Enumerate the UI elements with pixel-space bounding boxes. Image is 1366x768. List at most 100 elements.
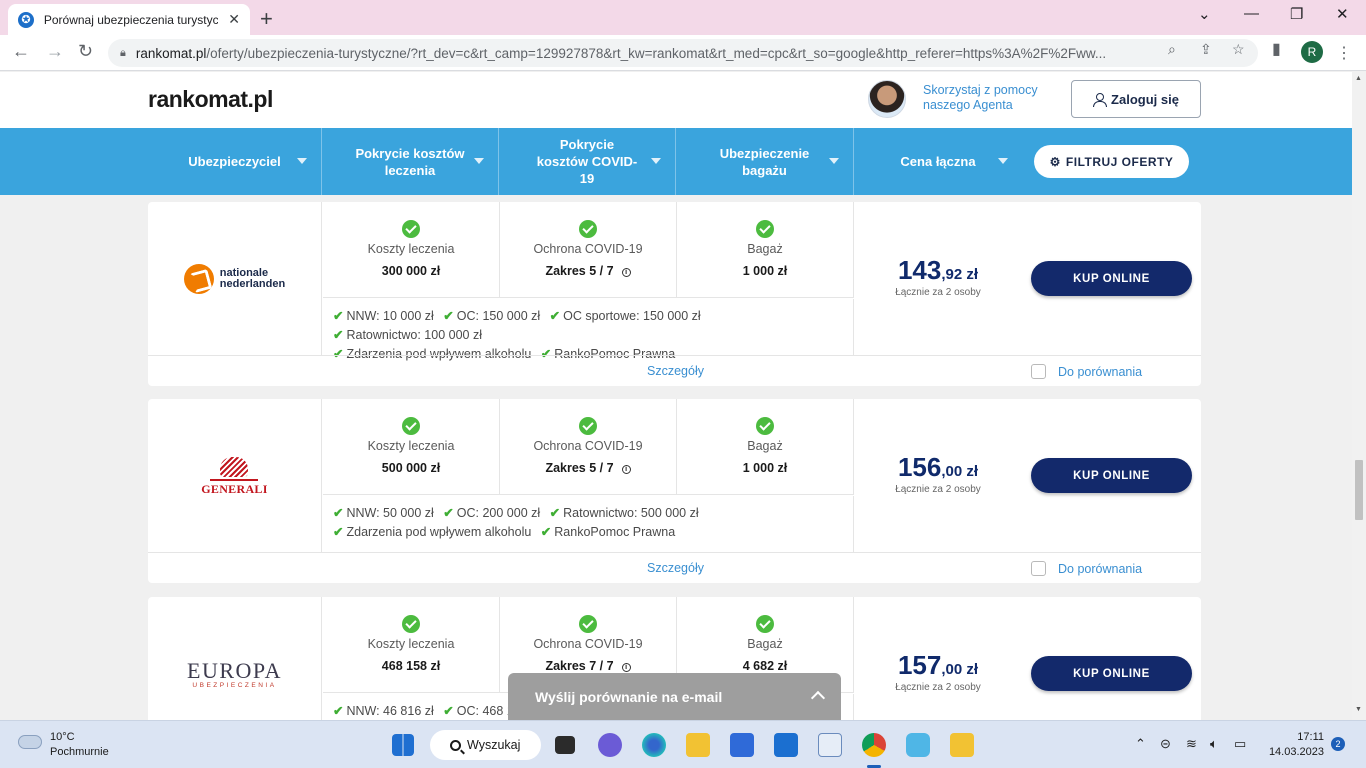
site-logo[interactable]: rankomat.pl xyxy=(148,86,273,113)
check-icon xyxy=(579,220,597,238)
scroll-up-icon[interactable]: ▲ xyxy=(1355,75,1362,82)
new-tab-icon[interactable]: + xyxy=(260,6,273,32)
filter-insurer-label: Ubezpieczyciel xyxy=(188,154,281,169)
wifi-icon[interactable]: ≋ xyxy=(1186,736,1197,752)
share-icon[interactable]: ⇪ xyxy=(1200,41,1212,58)
offer-price: 157,00 zł xyxy=(897,650,979,680)
store-icon[interactable] xyxy=(730,733,754,757)
details-link[interactable]: Szczegóły xyxy=(647,364,704,378)
tick-icon: ✔ xyxy=(333,704,344,718)
nationale-nederlanden-logo: nationale nederlanden xyxy=(183,263,285,294)
gear-icon: ⚙ xyxy=(1049,154,1061,169)
generali-logo: GENERALI xyxy=(201,455,267,497)
filter-bar: Ubezpieczyciel Pokrycie kosztów leczenia… xyxy=(0,128,1352,195)
price-box: 157,00 zł Łącznie za 2 osoby xyxy=(854,597,1022,720)
filter-offers-button[interactable]: ⚙ FILTRUJ OFERTY xyxy=(1034,145,1189,178)
windows-start-icon[interactable] xyxy=(392,734,414,756)
volume-icon[interactable]: 🔈︎ xyxy=(1210,736,1218,752)
coverage-value: Zakres 5 / 7 xyxy=(545,461,614,475)
lock-icon[interactable]: 🔒︎ xyxy=(120,47,126,60)
taskbar-search[interactable]: Wyszukaj xyxy=(430,730,541,760)
insurer-logo-cell: nationale nederlanden xyxy=(148,202,322,355)
notification-badge[interactable]: 2 xyxy=(1331,737,1345,751)
coverage-value: 468 158 zł xyxy=(381,659,441,673)
profile-avatar[interactable]: R xyxy=(1301,41,1323,63)
sidebar-icon[interactable]: ▮ xyxy=(1272,39,1281,59)
agent-avatar[interactable] xyxy=(868,80,906,118)
edge-icon[interactable] xyxy=(642,733,666,757)
maximize-icon[interactable]: ❐ xyxy=(1290,5,1303,23)
taskbar: 10°C Pochmurnie Wyszukaj ⌃ ⊝ ≋ 🔈︎ ▭ 17:1… xyxy=(0,720,1366,768)
scrollbar-thumb[interactable] xyxy=(1355,460,1363,520)
info-icon[interactable]: i xyxy=(621,663,631,672)
browser-tab[interactable]: ✪ Porównaj ubezpieczenia turystyczne ✕ xyxy=(8,4,250,35)
filter-insurer[interactable]: Ubezpieczyciel xyxy=(148,128,322,195)
compare-checkbox[interactable] xyxy=(1031,364,1046,379)
close-window-icon[interactable]: ✕ xyxy=(1336,5,1349,23)
coverage-luggage: Bagaż 1 000 zł xyxy=(677,202,854,298)
extra-item: ✔ Ratownictwo: 500 000 zł xyxy=(549,506,699,520)
extra-item: ✔ Ratownictwo: 100 000 zł xyxy=(333,328,482,342)
filter-medical[interactable]: Pokrycie kosztów leczenia xyxy=(322,128,499,195)
email-comparison-panel[interactable]: Wyślij porównanie na e-mail xyxy=(508,673,841,720)
filter-price[interactable]: Cena łączna xyxy=(854,128,1022,195)
extra-item: ✔ OC: 200 000 zł xyxy=(443,506,541,520)
compare-checkbox[interactable] xyxy=(1031,561,1046,576)
caret-down-icon xyxy=(998,158,1008,164)
caret-down-icon xyxy=(651,158,661,164)
mail-icon[interactable] xyxy=(774,733,798,757)
chevron-down-icon[interactable]: ⌄ xyxy=(1198,5,1211,23)
buy-online-button[interactable]: KUP ONLINE xyxy=(1031,458,1192,493)
details-link[interactable]: Szczegóły xyxy=(647,561,704,575)
filter-luggage[interactable]: Ubezpieczenie bagażu xyxy=(676,128,854,195)
coverage-medical: Koszty leczenia 500 000 zł xyxy=(323,399,500,495)
browser-toolbar: ← → ↻ 🔒︎ rankomat.pl/oferty/ubezpieczeni… xyxy=(0,35,1366,71)
info-icon[interactable]: i xyxy=(621,268,631,277)
notepad-icon[interactable] xyxy=(818,733,842,757)
folder-icon[interactable] xyxy=(950,733,974,757)
agent-help-link[interactable]: Skorzystaj z pomocy naszego Agenta xyxy=(923,83,1063,113)
coverage-medical: Koszty leczenia 468 158 zł xyxy=(323,597,500,693)
zoom-icon[interactable]: ⌕ xyxy=(1168,41,1176,58)
login-button[interactable]: Zaloguj się xyxy=(1071,80,1201,118)
offers-list: nationale nederlanden Koszty leczenia 300… xyxy=(0,195,1352,720)
search-icon xyxy=(450,739,461,751)
buy-online-button[interactable]: KUP ONLINE xyxy=(1031,261,1192,296)
network-icon[interactable]: ⊝ xyxy=(1160,736,1171,752)
filter-covid[interactable]: Pokrycie kosztów COVID-19 xyxy=(499,128,676,195)
maps-icon[interactable] xyxy=(906,733,930,757)
system-clock[interactable]: 17:11 14.03.2023 xyxy=(1264,730,1324,760)
file-explorer-icon[interactable] xyxy=(686,733,710,757)
close-tab-icon[interactable]: ✕ xyxy=(228,11,240,28)
minimize-icon[interactable]: — xyxy=(1244,5,1259,22)
star-icon[interactable]: ☆ xyxy=(1232,41,1245,58)
compare-toggle[interactable]: Do porównania xyxy=(1031,364,1142,379)
weather-widget[interactable]: 10°C Pochmurnie xyxy=(50,730,109,760)
back-icon[interactable]: ← xyxy=(12,41,30,62)
teams-chat-icon[interactable] xyxy=(598,733,622,757)
address-bar[interactable]: 🔒︎ rankomat.pl/oferty/ubezpieczenia-tury… xyxy=(108,39,1258,67)
chevron-up-icon[interactable]: ⌃ xyxy=(1135,736,1146,752)
filter-luggage-label: Ubezpieczenie bagażu xyxy=(719,145,810,178)
coverage-value: Zakres 7 / 7 xyxy=(545,659,614,673)
task-view-icon[interactable] xyxy=(555,736,575,754)
forward-icon[interactable]: → xyxy=(46,41,64,62)
extra-item: ✔ NNW: 46 816 zł xyxy=(333,704,434,718)
menu-icon[interactable]: ⋮ xyxy=(1336,43,1352,63)
chevron-up-icon[interactable] xyxy=(810,690,826,706)
cloud-icon[interactable] xyxy=(18,735,42,749)
scroll-down-icon[interactable]: ▼ xyxy=(1355,706,1362,713)
info-icon[interactable]: i xyxy=(621,465,631,474)
card-footer: Szczegóły Do porównania xyxy=(148,552,1201,583)
page-scrollbar[interactable]: ▲ ▼ xyxy=(1352,72,1366,720)
buy-online-button[interactable]: KUP ONLINE xyxy=(1031,656,1192,691)
coverage-value: 300 000 zł xyxy=(381,264,441,278)
url-text: rankomat.pl/oferty/ubezpieczenia-turysty… xyxy=(135,45,1107,61)
coverage-value: 500 000 zł xyxy=(381,461,441,475)
reload-icon[interactable]: ↻ xyxy=(78,41,93,62)
battery-icon[interactable]: ▭ xyxy=(1234,736,1246,752)
chrome-icon[interactable] xyxy=(862,733,886,757)
card-footer: Szczegóły Do porównania xyxy=(148,355,1201,386)
coverage-label: Koszty leczenia xyxy=(367,242,455,256)
compare-toggle[interactable]: Do porównania xyxy=(1031,561,1142,576)
